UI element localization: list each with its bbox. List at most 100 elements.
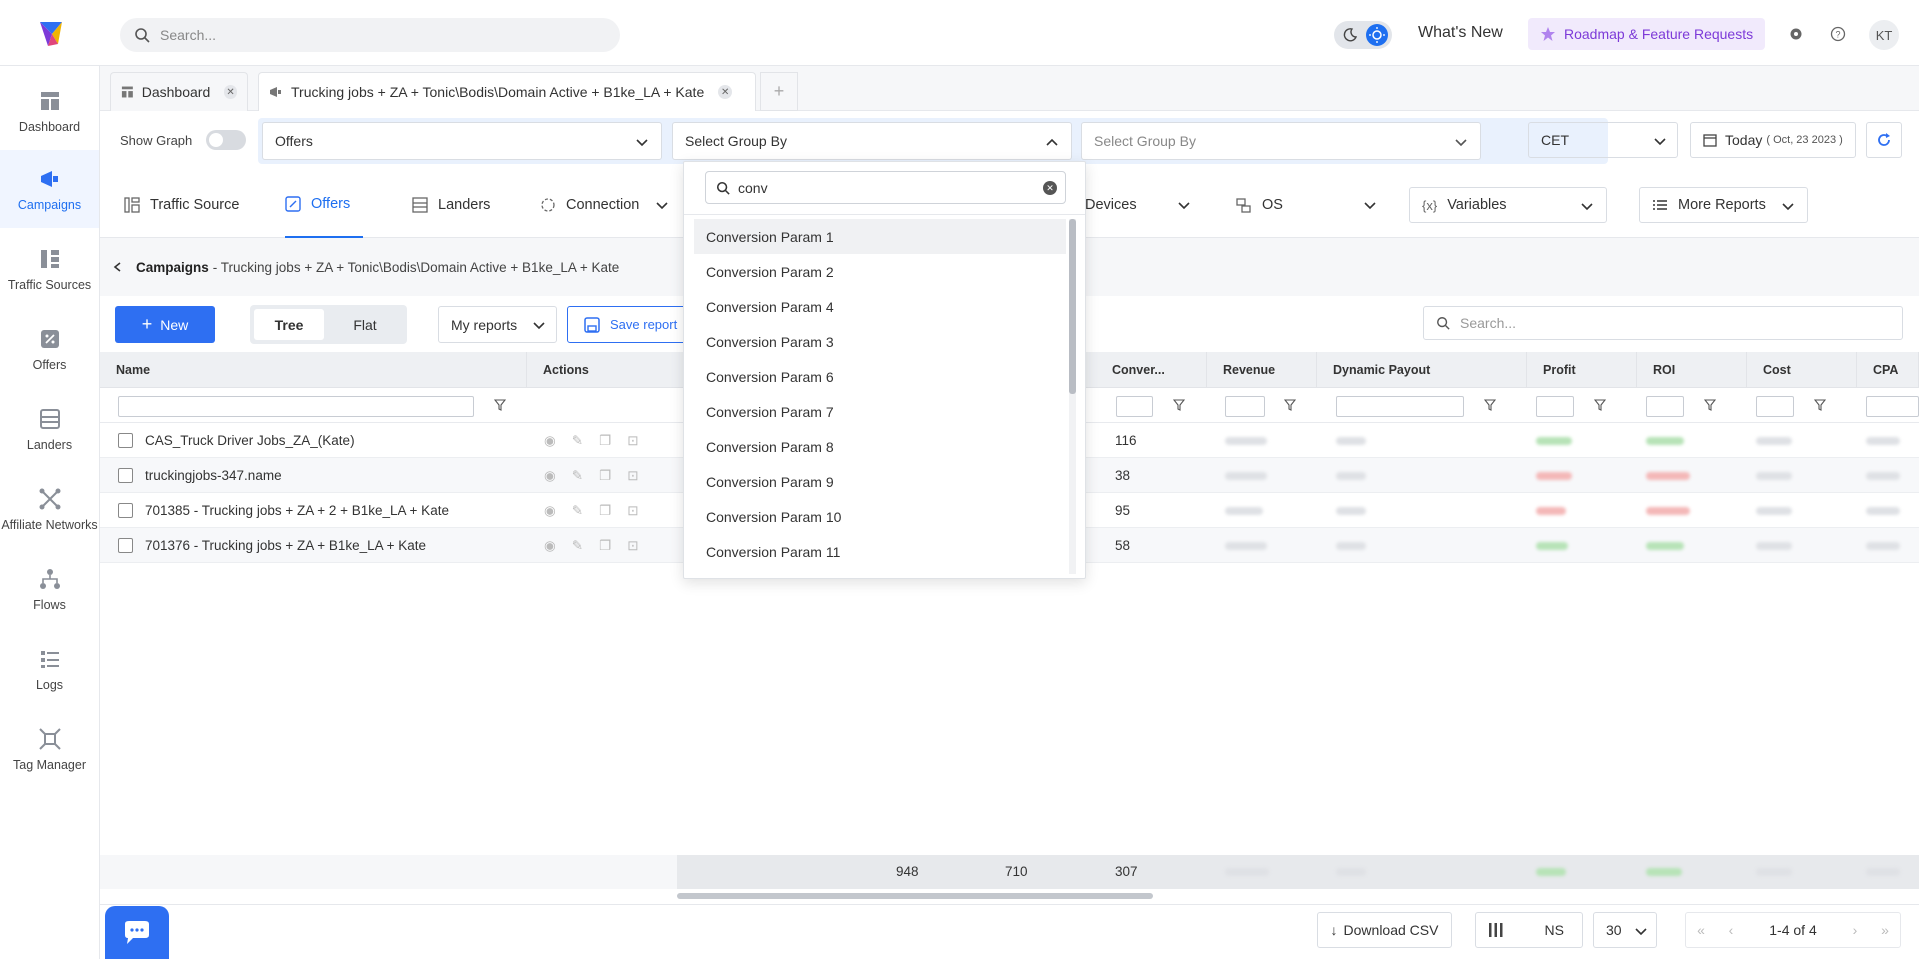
global-search-input[interactable]: Search... xyxy=(120,18,620,52)
col-revenue[interactable]: Revenue xyxy=(1207,352,1317,388)
dropdown-search-input[interactable]: conv ✕ xyxy=(705,171,1066,204)
cost-filter-input[interactable] xyxy=(1756,396,1794,417)
edit-icon[interactable]: ✎ xyxy=(572,468,583,484)
flat-view-button[interactable]: Flat xyxy=(330,309,400,340)
theme-toggle[interactable] xyxy=(1334,21,1392,49)
app-logo[interactable] xyxy=(36,18,66,48)
sidebar-item-logs[interactable]: Logs xyxy=(0,630,99,708)
archive-icon[interactable]: ⊡ xyxy=(627,503,638,519)
sidebar-item-dashboard[interactable]: Dashboard xyxy=(0,72,99,150)
col-cpa[interactable]: CPA xyxy=(1857,352,1919,388)
clear-icon[interactable]: ✕ xyxy=(1043,181,1057,195)
dropdown-option[interactable]: Conversion Param 1 xyxy=(694,219,1066,254)
dropdown-option[interactable]: Conversion Param 9 xyxy=(694,464,1066,499)
cpa-filter-input[interactable] xyxy=(1866,396,1919,417)
archive-icon[interactable]: ⊡ xyxy=(627,468,638,484)
sidebar-item-tag-manager[interactable]: Tag Manager xyxy=(0,710,99,788)
dropdown-option[interactable]: Conversion Param 8 xyxy=(694,429,1066,464)
row-name[interactable]: CAS_Truck Driver Jobs_ZA_(Kate) xyxy=(145,433,355,448)
edit-icon[interactable]: ✎ xyxy=(572,538,583,554)
sidebar-item-traffic-sources[interactable]: Traffic Sources xyxy=(0,230,99,308)
save-report-button[interactable]: Save report xyxy=(567,306,697,343)
new-button[interactable]: + New xyxy=(115,306,215,343)
dropdown-option[interactable]: Conversion Param 3 xyxy=(694,324,1066,359)
filter-icon[interactable] xyxy=(1594,399,1606,411)
dropdown-scroll-thumb[interactable] xyxy=(1069,219,1076,394)
col-name[interactable]: Name xyxy=(100,352,527,388)
breadcrumb-root[interactable]: Campaigns xyxy=(136,260,209,275)
refresh-button[interactable] xyxy=(1866,122,1902,158)
dropdown-option[interactable]: Conversion Param 2 xyxy=(694,254,1066,289)
eye-icon[interactable]: ◉ xyxy=(544,433,556,449)
tree-view-button[interactable]: Tree xyxy=(254,309,324,340)
dropdown-option[interactable]: Conversion Param 4 xyxy=(694,289,1066,324)
filter-icon[interactable] xyxy=(1484,399,1496,411)
report-tab-offers[interactable]: Offers xyxy=(285,171,363,238)
name-filter-input[interactable] xyxy=(118,396,474,417)
row-name[interactable]: 701385 - Trucking jobs + ZA + 2 + B1ke_L… xyxy=(145,503,449,518)
help-icon[interactable]: ? xyxy=(1830,26,1846,42)
row-checkbox[interactable] xyxy=(118,433,133,448)
copy-icon[interactable]: ❐ xyxy=(599,538,611,554)
report-tab-landers[interactable]: Landers xyxy=(412,171,490,238)
copy-icon[interactable]: ❐ xyxy=(599,433,611,449)
report-tab-connection[interactable]: Connection xyxy=(540,171,679,238)
roadmap-button[interactable]: Roadmap & Feature Requests xyxy=(1528,18,1766,50)
filter-icon[interactable] xyxy=(1284,399,1296,411)
add-tab-button[interactable]: + xyxy=(760,72,798,111)
filter-icon[interactable] xyxy=(1704,399,1716,411)
dropdown-option[interactable]: Conversion Param 6 xyxy=(694,359,1066,394)
sidebar-item-offers[interactable]: Offers xyxy=(0,310,99,388)
chevron-left-icon[interactable] xyxy=(112,261,124,273)
col-roi[interactable]: ROI xyxy=(1637,352,1747,388)
group-by-select-2[interactable]: Select Group By xyxy=(672,122,1072,160)
columns-button[interactable]: NS xyxy=(1475,912,1583,948)
filter-icon[interactable] xyxy=(494,399,506,411)
sidebar-item-flows[interactable]: Flows xyxy=(0,550,99,628)
next-page-icon[interactable]: › xyxy=(1840,922,1870,938)
download-csv-button[interactable]: ↓ Download CSV xyxy=(1317,912,1452,948)
archive-icon[interactable]: ⊡ xyxy=(627,538,638,554)
filter-icon[interactable] xyxy=(1814,399,1826,411)
sidebar-item-campaigns[interactable]: Campaigns xyxy=(0,150,99,228)
dropdown-option[interactable]: Conversion Param 11 xyxy=(694,534,1066,569)
row-checkbox[interactable] xyxy=(118,538,133,553)
copy-icon[interactable]: ❐ xyxy=(599,468,611,484)
variables-select[interactable]: {x} Variables xyxy=(1409,187,1607,223)
row-checkbox[interactable] xyxy=(118,468,133,483)
edit-icon[interactable]: ✎ xyxy=(572,503,583,519)
more-reports-select[interactable]: More Reports xyxy=(1639,187,1808,223)
show-graph-toggle[interactable] xyxy=(206,130,246,150)
profit-filter-input[interactable] xyxy=(1536,396,1574,417)
chat-button[interactable] xyxy=(105,906,169,959)
col-cost[interactable]: Cost xyxy=(1747,352,1857,388)
tab-campaign[interactable]: Trucking jobs + ZA + Tonic\Bodis\Domain … xyxy=(258,72,756,111)
table-search-input[interactable]: Search... xyxy=(1423,306,1903,340)
group-by-select-3[interactable]: Select Group By xyxy=(1081,122,1481,160)
avatar[interactable]: KT xyxy=(1869,20,1899,50)
dropdown-option[interactable]: Conversion Param 7 xyxy=(694,394,1066,429)
archive-icon[interactable]: ⊡ xyxy=(627,433,638,449)
edit-icon[interactable]: ✎ xyxy=(572,433,583,449)
dynamic-payout-filter-input[interactable] xyxy=(1336,396,1464,417)
rows-per-page-select[interactable]: 30 xyxy=(1593,912,1657,948)
close-icon[interactable]: ✕ xyxy=(224,85,237,99)
my-reports-select[interactable]: My reports xyxy=(438,306,557,343)
row-checkbox[interactable] xyxy=(118,503,133,518)
filter-icon[interactable] xyxy=(1173,399,1185,411)
last-page-icon[interactable]: » xyxy=(1870,922,1900,938)
dropdown-scrollbar[interactable] xyxy=(1069,219,1076,574)
col-conversions[interactable]: Conver... xyxy=(1096,352,1207,388)
copy-icon[interactable]: ❐ xyxy=(599,503,611,519)
col-dynamic-payout[interactable]: Dynamic Payout xyxy=(1317,352,1527,388)
report-tab-devices[interactable]: Devices xyxy=(1085,171,1201,238)
first-page-icon[interactable]: « xyxy=(1686,922,1716,938)
eye-icon[interactable]: ◉ xyxy=(544,503,556,519)
sidebar-item-landers[interactable]: Landers xyxy=(0,390,99,468)
gear-icon[interactable] xyxy=(1788,26,1804,42)
report-tab-os[interactable]: OS xyxy=(1236,171,1387,238)
date-range-picker[interactable]: Today ( Oct, 23 2023 ) xyxy=(1690,122,1856,158)
row-name[interactable]: truckingjobs-347.name xyxy=(145,468,282,483)
sidebar-item-affiliate-networks[interactable]: Affiliate Networks xyxy=(0,470,99,548)
eye-icon[interactable]: ◉ xyxy=(544,468,556,484)
